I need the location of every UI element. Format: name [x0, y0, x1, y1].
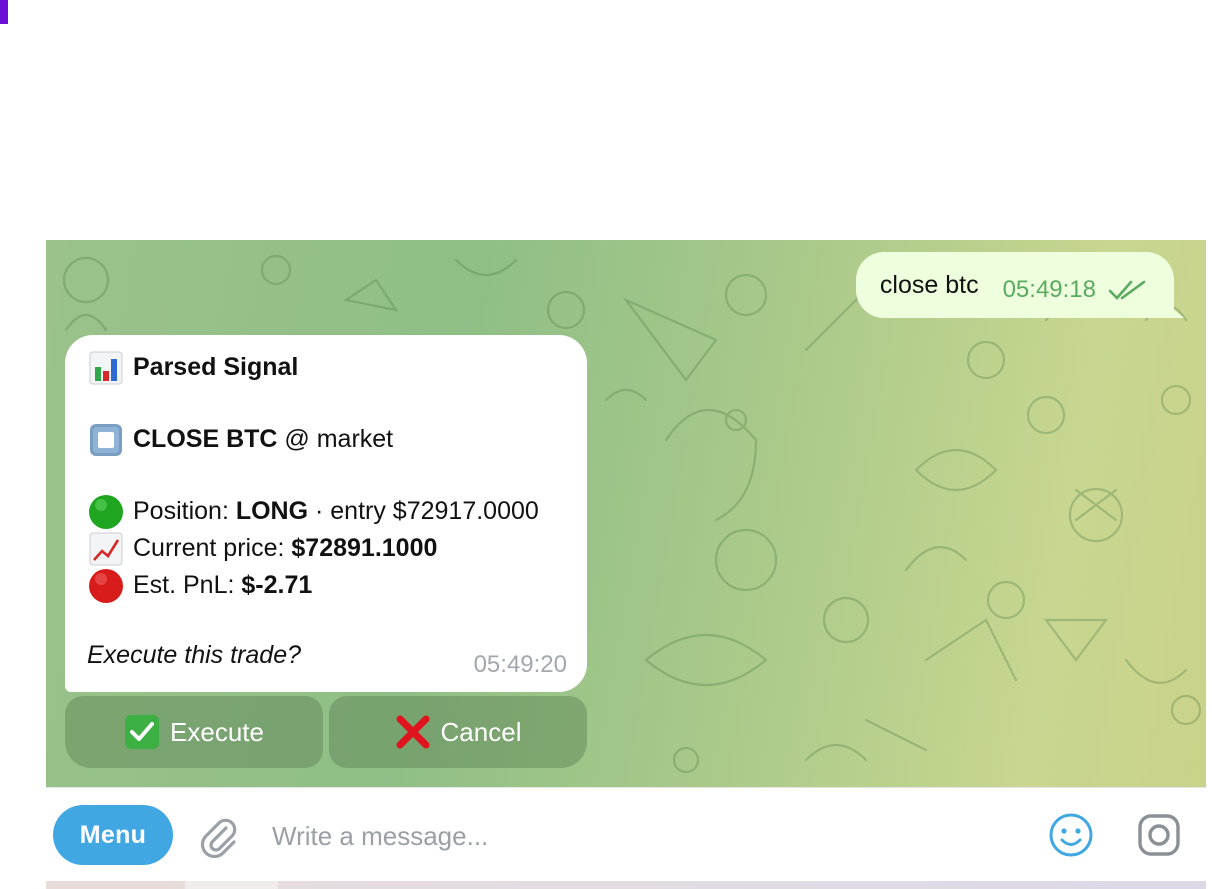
double-check-icon	[1108, 280, 1146, 300]
chat-area[interactable]: close btc 05:49:18 Parsed Signal CLOSE B…	[46, 240, 1206, 787]
execute-button-label: Execute	[170, 716, 264, 747]
bottom-edge-strip	[46, 881, 1206, 889]
signal-title: Parsed Signal	[133, 353, 299, 381]
price-value: $72891.1000	[291, 534, 438, 562]
text-cursor-marker	[0, 0, 8, 24]
position-label: Position:	[133, 497, 236, 525]
price-label: Current price:	[133, 534, 292, 562]
chart-increasing-icon	[87, 531, 125, 567]
smile-icon[interactable]	[1048, 812, 1094, 858]
cancel-button[interactable]: Cancel	[329, 696, 587, 768]
pnl-value: $-2.71	[241, 571, 313, 599]
inline-keyboard: Execute Cancel	[65, 696, 587, 768]
green-circle-icon	[87, 494, 125, 530]
bar-chart-icon	[87, 350, 125, 386]
stop-button-icon	[87, 422, 125, 458]
position-value: LONG	[235, 497, 309, 525]
red-circle-icon	[87, 568, 125, 604]
paperclip-icon[interactable]	[196, 814, 240, 858]
execute-button[interactable]: Execute	[65, 696, 323, 768]
cancel-button-label: Cancel	[440, 716, 522, 747]
outgoing-message-text: close btc	[879, 270, 979, 299]
incoming-message[interactable]: Parsed Signal CLOSE BTC @ market Positio…	[65, 335, 587, 692]
menu-button[interactable]: Menu	[53, 805, 173, 865]
signal-title-row: Parsed Signal	[87, 349, 567, 386]
position-entry: · entry $72917.0000	[308, 497, 539, 525]
execute-prompt: Execute this trade?	[87, 641, 302, 669]
message-input[interactable]	[270, 810, 1034, 862]
outgoing-message[interactable]: close btc 05:49:18	[855, 252, 1174, 318]
pnl-row: Est. PnL: $-2.71	[87, 567, 567, 604]
incoming-message-time: 05:49:20	[473, 651, 567, 678]
signal-action-row: CLOSE BTC @ market	[87, 421, 567, 458]
message-composer: Menu	[46, 787, 1206, 882]
cross-mark-icon	[395, 714, 431, 750]
check-mark-button-icon	[124, 714, 160, 750]
outgoing-message-time: 05:49:18	[1002, 276, 1096, 303]
position-row: Position: LONG · entry $72917.0000	[87, 493, 567, 530]
camera-icon[interactable]	[1136, 812, 1182, 858]
signal-action: CLOSE BTC	[133, 425, 278, 453]
price-row: Current price: $72891.1000	[87, 530, 567, 567]
signal-action-target: @ market	[277, 425, 394, 453]
pnl-label: Est. PnL:	[133, 571, 242, 599]
